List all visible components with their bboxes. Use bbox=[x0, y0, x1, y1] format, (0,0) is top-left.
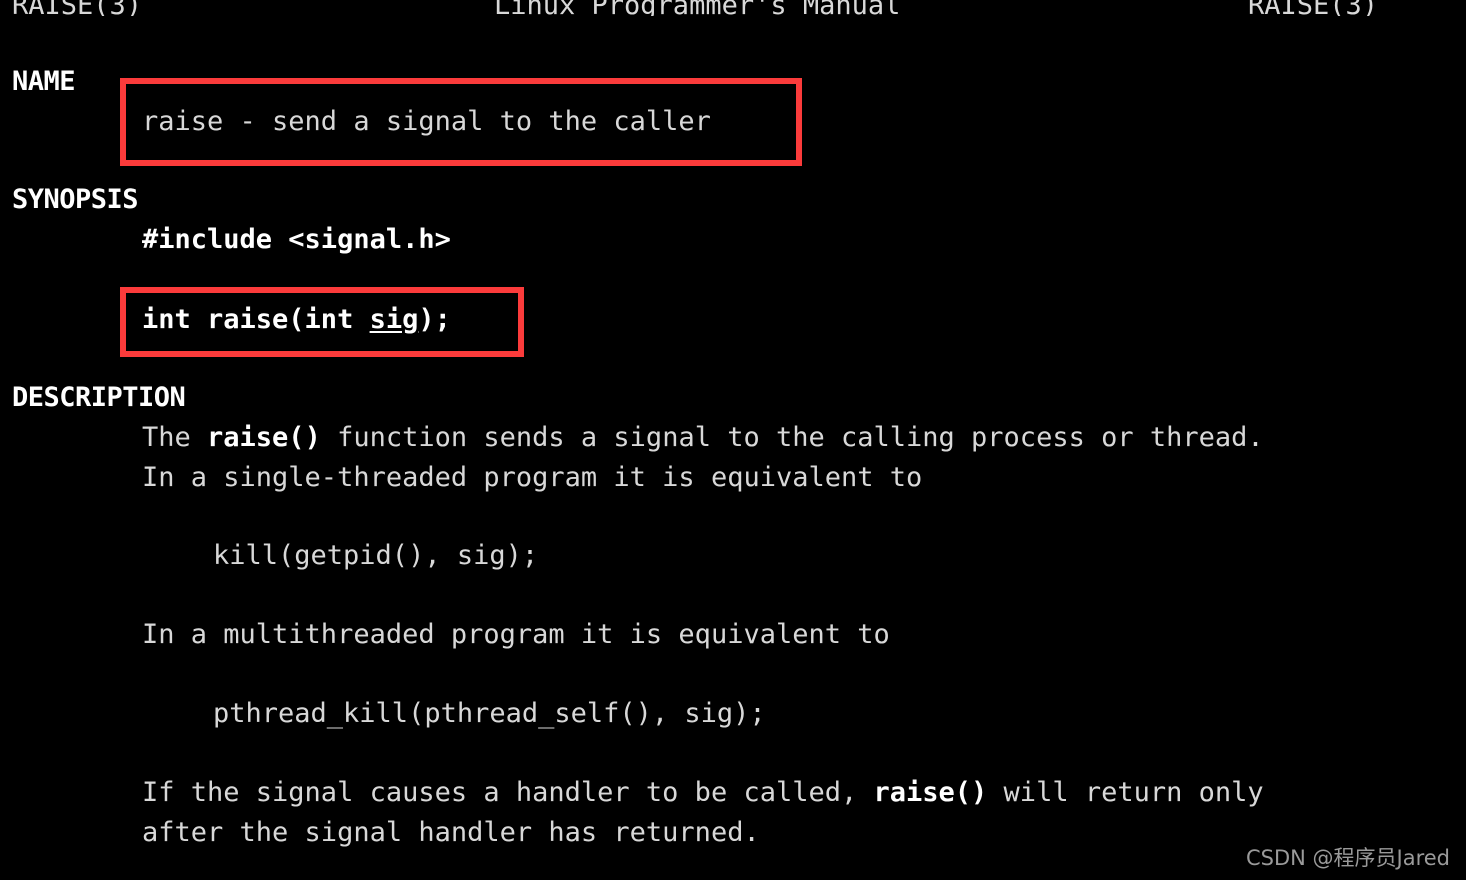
header-right-title: RAISE(3) bbox=[1248, 0, 1379, 16]
header-center-title: Linux Programmer's Manual bbox=[494, 0, 901, 16]
desc-p1-func-raise: raise() bbox=[207, 422, 321, 453]
desc-p1-rest: function sends a signal to the calling p… bbox=[320, 422, 1264, 453]
terminal-man-page: RAISE(3) Linux Programmer's Manual RAISE… bbox=[0, 0, 1466, 880]
description-paragraph-1-line-1: The raise() function sends a signal to t… bbox=[142, 418, 1264, 458]
desc-p3-lead: If the signal causes a handler to be cal… bbox=[142, 777, 874, 808]
desc-p1-lead: The bbox=[142, 422, 208, 453]
prototype-after: ); bbox=[418, 304, 451, 335]
desc-p3-func-raise: raise() bbox=[873, 777, 988, 808]
prototype-before: int raise(int bbox=[142, 304, 370, 335]
name-description-text: raise - send a signal to the caller bbox=[142, 106, 711, 137]
section-heading-synopsis: SYNOPSIS bbox=[12, 184, 139, 215]
section-heading-name: NAME bbox=[12, 66, 76, 97]
synopsis-prototype-line: int raise(int sig); bbox=[142, 300, 451, 340]
description-paragraph-3-line-1: If the signal causes a handler to be cal… bbox=[142, 773, 1264, 813]
section-heading-description: DESCRIPTION bbox=[12, 382, 186, 413]
description-paragraph-1-line-2: In a single-threaded program it is equiv… bbox=[142, 462, 923, 493]
header-left-title: RAISE(3) bbox=[12, 0, 143, 16]
csdn-watermark: CSDN @程序员Jared bbox=[1245, 846, 1450, 870]
man-page-header: RAISE(3) Linux Programmer's Manual RAISE… bbox=[0, 0, 1466, 16]
description-code-kill: kill(getpid(), sig); bbox=[213, 540, 539, 571]
description-code-pthread-kill: pthread_kill(pthread_self(), sig); bbox=[213, 698, 766, 729]
synopsis-include-line: #include <signal.h> bbox=[142, 224, 451, 255]
desc-p3-rest: will return only bbox=[987, 777, 1264, 808]
prototype-param-sig: sig bbox=[369, 304, 419, 335]
description-paragraph-3-line-2: after the signal handler has returned. bbox=[142, 817, 760, 848]
description-paragraph-2: In a multithreaded program it is equival… bbox=[142, 619, 890, 650]
